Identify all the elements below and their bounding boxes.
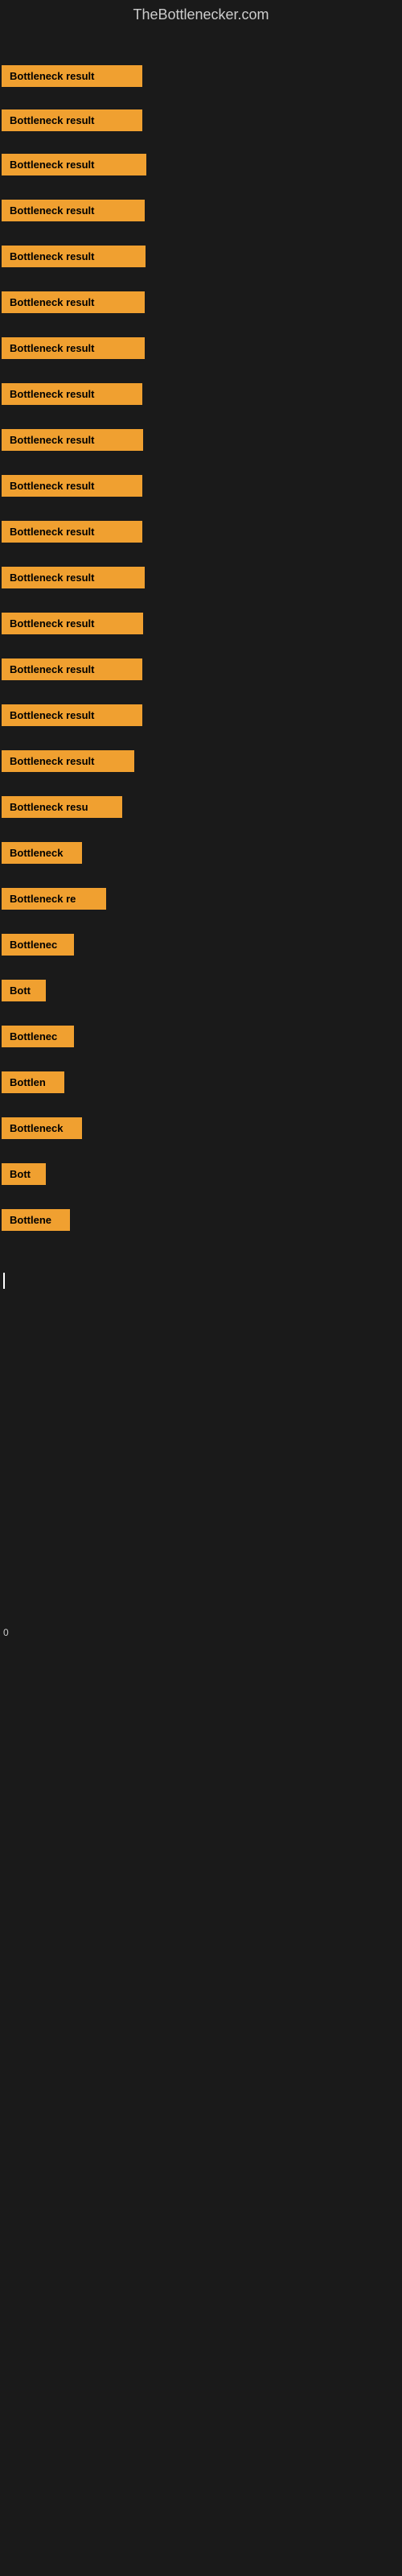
bottleneck-item: Bottlenec [2,1026,74,1047]
bottleneck-item: Bottleneck result [2,337,145,359]
bottleneck-item: Bottleneck [2,842,82,864]
bottleneck-item: Bottleneck [2,1117,82,1139]
bottleneck-item: Bottleneck result [2,613,143,634]
bottleneck-item: Bottleneck result [2,109,142,131]
bottleneck-item: Bott [2,980,46,1001]
bottleneck-item: Bott [2,1163,46,1185]
bottleneck-item: Bottleneck re [2,888,106,910]
bottleneck-item: Bottlen [2,1071,64,1093]
bottleneck-item: Bottleneck result [2,65,142,87]
bottleneck-item: Bottleneck result [2,200,145,221]
bottleneck-item: Bottleneck result [2,154,146,175]
bottleneck-item: Bottleneck result [2,704,142,726]
bottleneck-item: Bottleneck result [2,291,145,313]
bottleneck-item: Bottlene [2,1209,70,1231]
bottleneck-item: Bottleneck result [2,383,142,405]
text-cursor [3,1273,5,1289]
bottleneck-item: Bottleneck result [2,521,142,543]
bottleneck-item: Bottleneck result [2,475,142,497]
bottleneck-item: Bottleneck result [2,429,143,451]
bottleneck-item: Bottleneck result [2,750,134,772]
bottleneck-item: Bottleneck result [2,567,145,588]
bottleneck-item: Bottleneck result [2,658,142,680]
footer-char: 0 [2,1627,9,1638]
bottleneck-item: Bottlenec [2,934,74,956]
bottleneck-item: Bottleneck resu [2,796,122,818]
bottleneck-item: Bottleneck result [2,246,146,267]
site-title: TheBottlenecker.com [0,0,402,33]
